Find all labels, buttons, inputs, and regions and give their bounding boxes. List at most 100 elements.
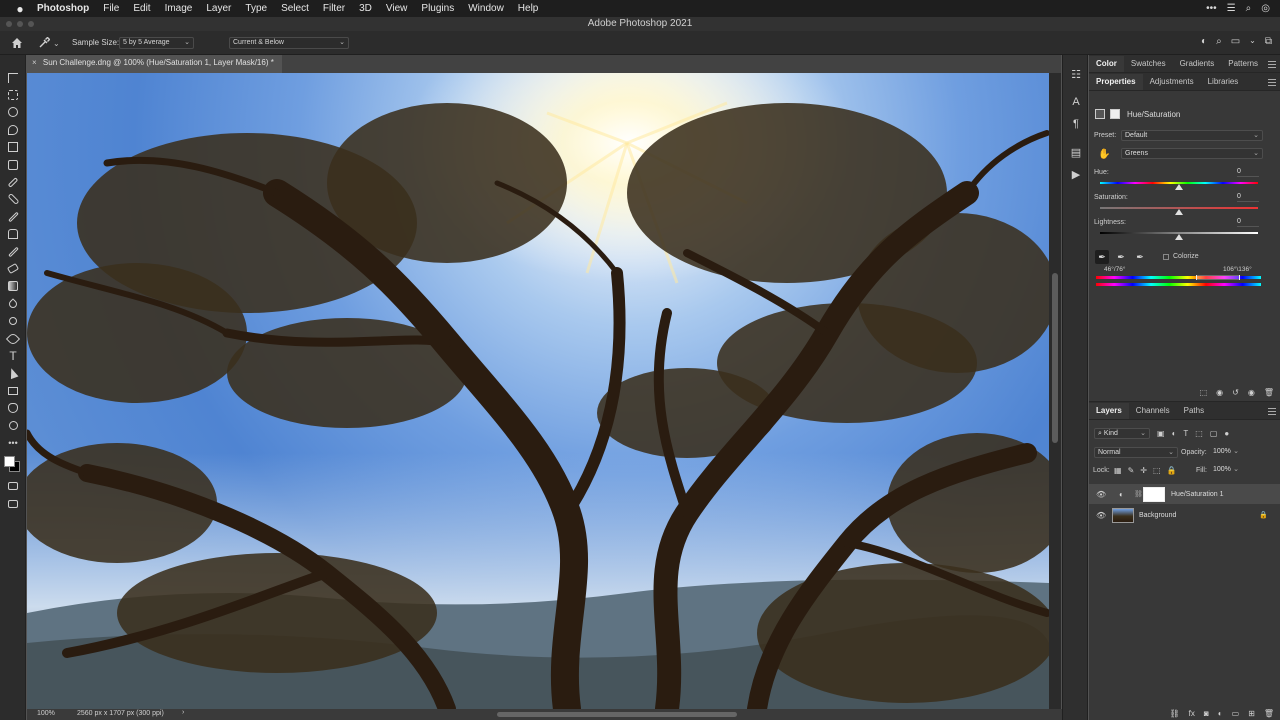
- lightness-input[interactable]: 0: [1237, 218, 1259, 227]
- panel-menu-icon[interactable]: [1268, 61, 1276, 68]
- type-filter-icon[interactable]: T: [1183, 429, 1188, 438]
- panel-menu-icon[interactable]: [1268, 408, 1276, 415]
- subtract-from-sample-eyedropper-icon[interactable]: ✒: [1133, 250, 1147, 264]
- history-panel-icon[interactable]: ☷: [1063, 63, 1089, 85]
- shape-filter-icon[interactable]: ⬚: [1195, 429, 1203, 438]
- toolbar-grip[interactable]: [0, 55, 25, 69]
- image-canvas[interactable]: [27, 73, 1049, 709]
- edit-toolbar-button[interactable]: •••: [0, 434, 26, 451]
- crop-tool[interactable]: [0, 139, 26, 156]
- clip-to-layer-icon[interactable]: ⬚: [1200, 388, 1208, 397]
- hue-input[interactable]: 0: [1237, 168, 1259, 177]
- menu-photoshop[interactable]: Photoshop: [28, 3, 96, 14]
- hue-slider-handle[interactable]: [1175, 184, 1183, 190]
- search-icon[interactable]: ⌕: [1246, 3, 1252, 14]
- frame-tool[interactable]: [0, 156, 26, 173]
- menu-window[interactable]: Window: [461, 3, 511, 14]
- link-layers-icon[interactable]: ⛓: [1170, 709, 1180, 718]
- sample-layers-dropdown[interactable]: Current & Below ⌄: [229, 37, 349, 49]
- eraser-tool[interactable]: [0, 260, 26, 277]
- tab-layers[interactable]: Layers: [1089, 403, 1129, 419]
- menu-filter[interactable]: Filter: [316, 3, 352, 14]
- vertical-scroll-thumb[interactable]: [1052, 273, 1058, 443]
- menu-image[interactable]: Image: [158, 3, 200, 14]
- status-menu-arrow-icon[interactable]: ›: [182, 709, 184, 716]
- colorize-toggle[interactable]: Colorize: [1163, 253, 1199, 260]
- add-layer-style-icon[interactable]: fx: [1189, 709, 1195, 718]
- lock-transparent-pixels-icon[interactable]: ▦: [1114, 466, 1122, 475]
- actions-panel-icon[interactable]: ▶: [1063, 163, 1089, 185]
- add-to-sample-eyedropper-icon[interactable]: ✒: [1114, 250, 1128, 264]
- colorize-checkbox[interactable]: [1163, 253, 1169, 260]
- rectangle-tool[interactable]: [0, 382, 26, 399]
- adjustment-filter-icon[interactable]: ◐: [1172, 429, 1177, 438]
- menu-type[interactable]: Type: [238, 3, 274, 14]
- layer-name[interactable]: Background: [1139, 512, 1176, 519]
- type-tool[interactable]: T: [0, 347, 26, 364]
- zoom-level[interactable]: 100%: [37, 710, 55, 717]
- lock-all-icon[interactable]: 🔒: [1167, 466, 1177, 475]
- trash-icon[interactable]: 🗑: [1264, 388, 1274, 397]
- lightness-slider-handle[interactable]: [1175, 234, 1183, 240]
- layer-filter-kind-dropdown[interactable]: ⌕ Kind ⌄: [1094, 428, 1150, 439]
- layer-mask-thumbnail[interactable]: [1143, 486, 1165, 502]
- new-group-icon[interactable]: ▭: [1232, 709, 1240, 718]
- search-icon[interactable]: ⌕: [1216, 36, 1222, 47]
- reset-icon[interactable]: ↺: [1232, 388, 1239, 397]
- clone-stamp-tool[interactable]: [0, 226, 26, 243]
- brush-tool[interactable]: [0, 208, 26, 225]
- lock-position-icon[interactable]: ✛: [1140, 466, 1147, 475]
- vertical-scrollbar[interactable]: [1049, 73, 1061, 709]
- healing-brush-tool[interactable]: [0, 191, 26, 208]
- eyedropper-icon[interactable]: ✒: [1095, 250, 1109, 264]
- layer-thumbnail[interactable]: [1112, 507, 1134, 523]
- menu-select[interactable]: Select: [274, 3, 316, 14]
- tab-adjustments[interactable]: Adjustments: [1143, 74, 1201, 90]
- menu-plugins[interactable]: Plugins: [414, 3, 461, 14]
- hue-slider[interactable]: [1100, 182, 1258, 190]
- lightness-slider[interactable]: [1100, 232, 1258, 240]
- channel-dropdown[interactable]: Greens ⌄: [1121, 148, 1263, 159]
- menu-view[interactable]: View: [379, 3, 415, 14]
- smart-object-filter-icon[interactable]: ▢: [1210, 429, 1218, 438]
- panel-menu-icon[interactable]: [1268, 79, 1276, 86]
- artboard-lock-icon[interactable]: ⬚: [1153, 466, 1161, 475]
- foreground-color-swatch[interactable]: [4, 455, 15, 467]
- targeted-adjustment-hand-icon[interactable]: ✋: [1098, 149, 1110, 160]
- tab-paths[interactable]: Paths: [1177, 403, 1211, 419]
- saturation-slider-handle[interactable]: [1175, 209, 1183, 215]
- mask-icon[interactable]: [1110, 109, 1120, 119]
- tool-preset-picker[interactable]: ⌄: [38, 36, 62, 50]
- tab-channels[interactable]: Channels: [1129, 403, 1177, 419]
- tab-properties[interactable]: Properties: [1089, 74, 1143, 90]
- blend-mode-dropdown[interactable]: Normal ⌄: [1094, 447, 1178, 458]
- lasso-tool[interactable]: [0, 104, 26, 121]
- tab-libraries[interactable]: Libraries: [1201, 74, 1246, 90]
- gradient-tool[interactable]: [0, 278, 26, 295]
- share-icon[interactable]: ◐: [1201, 36, 1207, 47]
- move-tool[interactable]: [0, 69, 26, 86]
- hand-tool[interactable]: [0, 399, 26, 416]
- zoom-tool[interactable]: [0, 417, 26, 434]
- link-icon[interactable]: ⛓: [1134, 490, 1143, 498]
- chevron-down-icon[interactable]: ⌄: [1249, 36, 1256, 47]
- view-previous-state-icon[interactable]: ◉: [1216, 388, 1223, 397]
- marquee-tool[interactable]: [0, 86, 26, 103]
- brush-settings-panel-icon[interactable]: ▤: [1063, 141, 1089, 163]
- menu-layer[interactable]: Layer: [199, 3, 238, 14]
- tab-gradients[interactable]: Gradients: [1173, 56, 1222, 72]
- saturation-slider[interactable]: [1100, 207, 1258, 215]
- layer-row-hue-saturation[interactable]: 👁 ◐ ⛓ Hue/Saturation 1: [1089, 484, 1280, 504]
- path-selection-tool[interactable]: [0, 365, 26, 382]
- siri-icon[interactable]: ◎: [1261, 3, 1270, 14]
- paragraph-panel-icon[interactable]: ¶: [1063, 113, 1089, 135]
- control-center-icon[interactable]: ☰: [1227, 3, 1236, 14]
- workspace-icon[interactable]: ▭: [1231, 36, 1240, 47]
- sample-size-dropdown[interactable]: 5 by 5 Average ⌄: [119, 37, 194, 49]
- tab-color[interactable]: Color: [1089, 56, 1124, 72]
- tab-patterns[interactable]: Patterns: [1221, 56, 1265, 72]
- menu-help[interactable]: Help: [511, 3, 546, 14]
- new-adjustment-layer-icon[interactable]: ◐: [1218, 709, 1223, 718]
- preset-dropdown[interactable]: Default ⌄: [1121, 130, 1263, 141]
- fill-input[interactable]: 100% ⌄: [1210, 465, 1242, 476]
